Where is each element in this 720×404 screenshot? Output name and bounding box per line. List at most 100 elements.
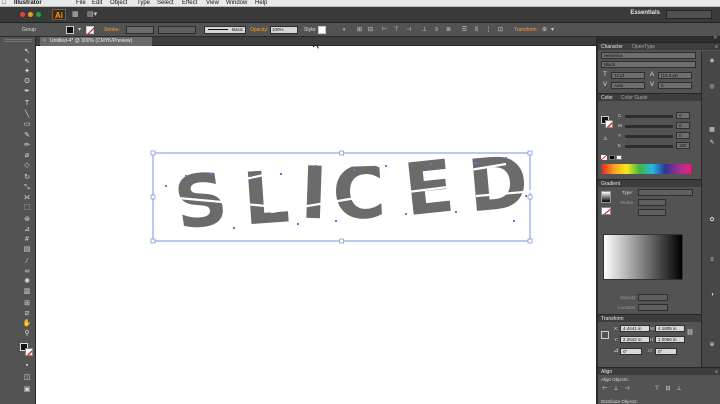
- magic-wand-tool-icon[interactable]: ✦: [22, 67, 32, 76]
- font-family-field[interactable]: Helvetica: [601, 52, 696, 59]
- paintbrush-tool-icon[interactable]: ✎: [22, 131, 32, 140]
- menu-view[interactable]: View: [206, 0, 219, 7]
- font-style-field[interactable]: Black: [601, 61, 696, 68]
- menu-window[interactable]: Window: [226, 0, 247, 7]
- slice-tool-icon[interactable]: ⧄: [22, 309, 32, 318]
- constrain-proportions-icon[interactable]: ⛓: [686, 329, 694, 337]
- document-tab[interactable]: × Untitled-4* @ 300% (CMYK/Preview): [40, 37, 152, 46]
- shape-builder-tool-icon[interactable]: ⊛: [22, 215, 32, 224]
- white-swatch[interactable]: [616, 155, 622, 160]
- gradient-tool-icon[interactable]: ▤: [22, 245, 32, 254]
- panel-menu-icon[interactable]: ≡: [715, 43, 718, 51]
- blend-tool-icon[interactable]: ∞: [22, 267, 32, 276]
- panel-menu-icon[interactable]: ≡: [715, 368, 718, 376]
- scale-tool-icon[interactable]: ⤡: [22, 183, 32, 192]
- align-middle-icon[interactable]: ⊣: [404, 26, 413, 34]
- bounding-box-handle[interactable]: [527, 150, 533, 156]
- layers-panel-icon[interactable]: ◈: [708, 57, 716, 65]
- leading-field[interactable]: (14.4 pt): [658, 72, 692, 79]
- drawing-mode-icon[interactable]: ◫: [22, 373, 32, 382]
- shear-field[interactable]: 0°: [655, 348, 677, 355]
- distribute-bottom-icon[interactable]: ☰: [460, 26, 469, 34]
- sliced-text-artwork[interactable]: SLICED: [155, 140, 537, 247]
- artwork-layer[interactable]: SLICED: [36, 46, 596, 404]
- selection-tool-icon[interactable]: ↖: [22, 47, 32, 56]
- align-to-selection-icon[interactable]: ⊡: [496, 26, 505, 34]
- opacity-label[interactable]: Opacity:: [250, 27, 268, 33]
- distribute-top-icon[interactable]: ≡: [432, 26, 441, 34]
- blob-brush-tool-icon[interactable]: ⌀: [22, 151, 32, 160]
- align-center-icon[interactable]: ⊟: [366, 26, 375, 34]
- stroke-weight-field[interactable]: [126, 26, 154, 34]
- stroke-swatch[interactable]: [86, 26, 95, 35]
- minimize-window-button[interactable]: [28, 12, 33, 17]
- color-guide-panel-tab[interactable]: Color Guide: [621, 94, 648, 102]
- menu-app-name[interactable]: Illustrator: [14, 0, 42, 7]
- horizontal-align-left-icon[interactable]: ⊢: [601, 385, 609, 393]
- menu-select[interactable]: Select: [157, 0, 174, 7]
- artwork-letter[interactable]: E: [400, 144, 458, 233]
- color-channel-value-field[interactable]: 0: [676, 132, 690, 139]
- menu-effect[interactable]: Effect: [182, 0, 197, 7]
- rotate-field[interactable]: 0°: [620, 348, 642, 355]
- black-swatch[interactable]: [609, 155, 615, 160]
- artboard-tool-icon[interactable]: ⊞: [22, 299, 32, 308]
- gradient-location-field[interactable]: [638, 304, 668, 311]
- horizontal-align-right-icon[interactable]: ⊣: [623, 385, 631, 393]
- color-spectrum-bar[interactable]: [601, 164, 691, 174]
- menu-file[interactable]: File: [76, 0, 86, 7]
- symbols-panel-icon[interactable]: ✿: [708, 216, 716, 224]
- character-panel-header[interactable]: Character OpenType ≡: [598, 42, 720, 50]
- none-swatch[interactable]: [601, 155, 607, 160]
- appearance-panel-icon[interactable]: ◎: [708, 83, 716, 91]
- bridge-icon[interactable]: ▦: [72, 10, 82, 19]
- color-mode-icons[interactable]: ▪: [22, 361, 32, 370]
- brushes-panel-icon[interactable]: ✎: [708, 139, 716, 147]
- color-channel-slider[interactable]: [625, 125, 673, 128]
- collapse-panels-icon[interactable]: »: [714, 35, 717, 41]
- gradient-opacity-field[interactable]: [638, 294, 668, 301]
- menu-edit[interactable]: Edit: [92, 0, 102, 7]
- graphic-style-swatch[interactable]: [318, 26, 326, 34]
- panel-menu-icon[interactable]: ▾: [548, 26, 557, 34]
- bounding-box-handle[interactable]: [527, 238, 533, 244]
- workspace-switcher[interactable]: Essentials: [630, 10, 660, 16]
- distribute-right-icon[interactable]: ⋮: [484, 26, 493, 34]
- vertical-align-bottom-icon[interactable]: ⊥: [675, 385, 683, 393]
- zoom-window-button[interactable]: [36, 12, 41, 17]
- artwork-letter[interactable]: C: [330, 150, 387, 237]
- screen-mode-icon[interactable]: ▣: [22, 385, 32, 394]
- rectangle-tool-icon[interactable]: ▭: [22, 120, 32, 129]
- color-channel-value-field[interactable]: 100: [676, 142, 690, 149]
- apple-icon[interactable]: : [2, 0, 7, 7]
- align-right-icon[interactable]: ⊢: [380, 26, 389, 34]
- reference-point-icon[interactable]: [601, 331, 609, 339]
- hand-tool-icon[interactable]: ✋: [22, 319, 32, 328]
- transform-y-field[interactable]: 2.2642 in: [620, 336, 650, 343]
- variable-width-profile-dropdown[interactable]: [158, 26, 196, 34]
- horizontal-align-center-icon[interactable]: ⊥: [612, 385, 620, 393]
- gradient-slider-preview[interactable]: [603, 234, 683, 280]
- arrange-documents-icon[interactable]: ▤▾: [87, 10, 101, 19]
- transparency-panel-icon[interactable]: ◑: [708, 291, 716, 299]
- color-channel-slider[interactable]: [625, 145, 673, 148]
- gradient-preview-thumbnail[interactable]: [601, 191, 611, 203]
- transform-panel-tab[interactable]: Transform: [601, 316, 624, 322]
- align-left-icon[interactable]: ⊞: [355, 26, 364, 34]
- menu-help[interactable]: Help: [255, 0, 267, 7]
- vertical-align-top-icon[interactable]: ⊤: [653, 385, 661, 393]
- menu-type[interactable]: Type: [137, 0, 150, 7]
- bounding-box-handle[interactable]: [150, 238, 156, 244]
- artwork-letter[interactable]: L: [240, 155, 292, 242]
- fill-swatch[interactable]: [66, 26, 74, 34]
- align-panel-header[interactable]: Align ≡: [598, 367, 720, 375]
- tracking-field[interactable]: 0: [658, 82, 692, 89]
- fill-dropdown-icon[interactable]: ▾: [75, 26, 84, 34]
- eraser-tool-icon[interactable]: ◇: [22, 161, 32, 170]
- recolor-artwork-icon[interactable]: ◐: [340, 26, 349, 34]
- color-panel-tab[interactable]: Color: [601, 95, 613, 101]
- stroke-color-box[interactable]: [25, 348, 33, 356]
- pen-tool-icon[interactable]: ✒: [22, 87, 32, 96]
- gradient-type-dropdown[interactable]: [638, 189, 693, 196]
- artwork-letter[interactable]: D: [465, 140, 532, 229]
